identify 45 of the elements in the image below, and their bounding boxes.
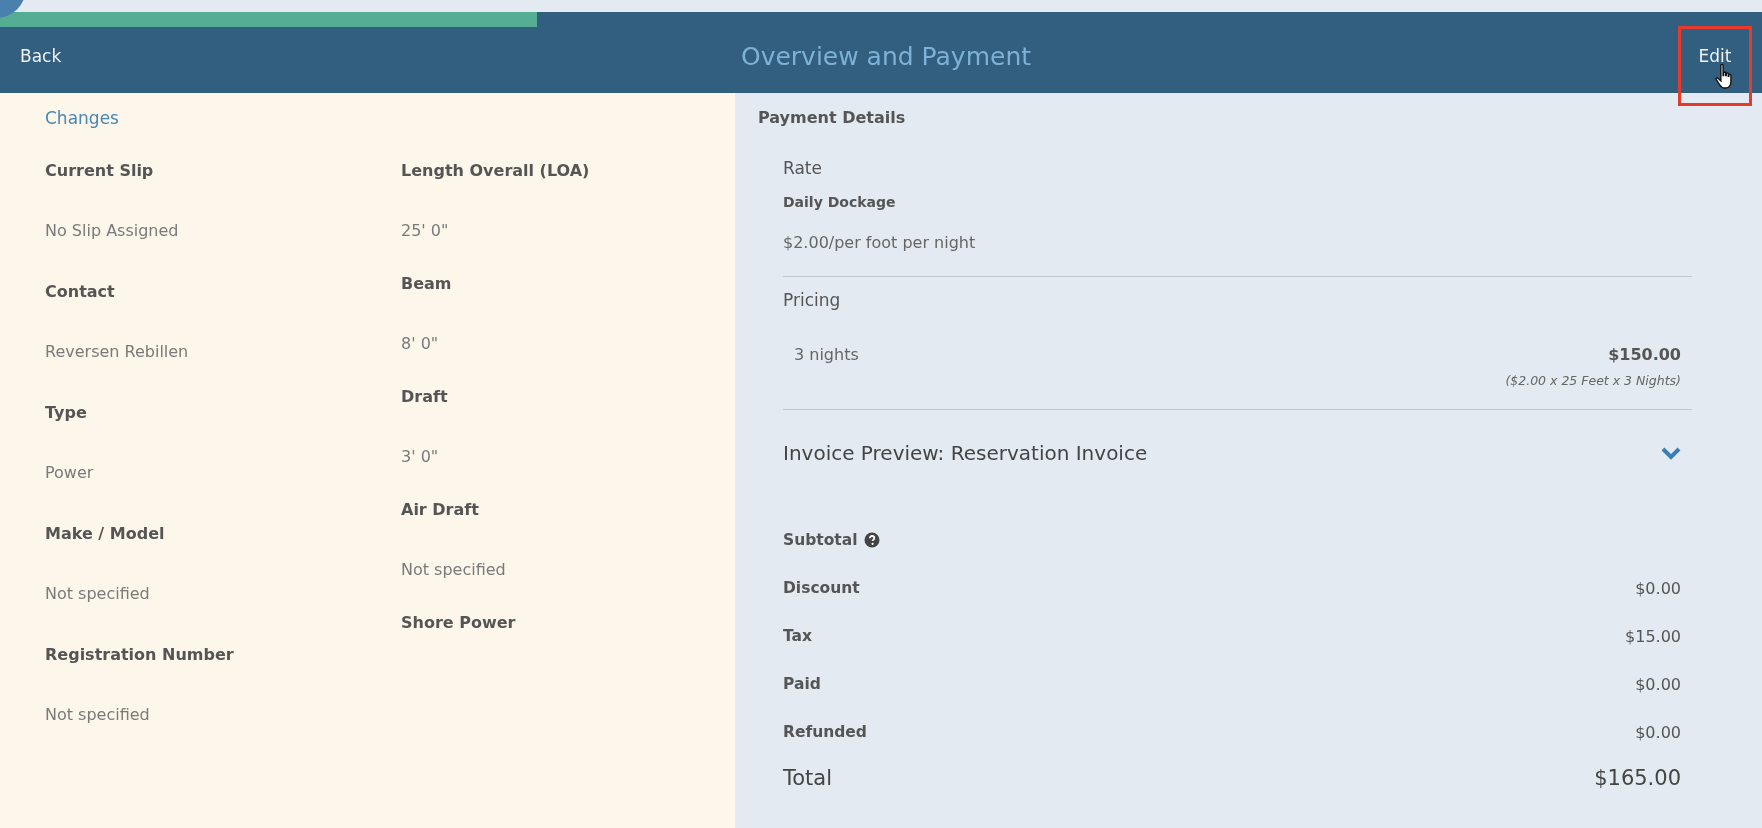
field-value: Not specified (401, 559, 507, 581)
field-label: Shore Power (401, 612, 517, 634)
price-formula: ($2.00 x 25 Feet x 3 Nights) (1504, 372, 1682, 390)
help-icon (863, 532, 880, 548)
field-value: 8' 0" (401, 333, 440, 355)
back-link[interactable]: Back (20, 46, 62, 66)
invoice-title: Invoice Preview: Reservation Invoice (783, 440, 1148, 467)
field-value: Power (45, 462, 95, 484)
section-heading: Rate (783, 157, 823, 180)
field-label: Make / Model (45, 523, 166, 545)
line-label: Paid (783, 675, 821, 693)
field-label: Beam (401, 273, 453, 295)
rate-price: $2.00/per foot per night (783, 232, 977, 254)
line-label: Subtotal (783, 531, 858, 549)
section-title: Changes (45, 107, 120, 130)
line-amount: $0.00 (1635, 578, 1681, 598)
total-amount: $165.00 (1594, 766, 1681, 790)
field-value: 25' 0" (401, 220, 450, 242)
line-amount: $0.00 (1635, 674, 1681, 694)
section-heading: Pricing (783, 289, 842, 312)
line-label: Refunded (783, 723, 867, 741)
field-label: Air Draft (401, 499, 480, 521)
field-value: Not specified (45, 704, 151, 726)
field-label: Type (45, 402, 88, 424)
field-value: Not specified (45, 583, 151, 605)
line-label: Discount (783, 579, 860, 597)
chevron-icon[interactable] (1661, 446, 1681, 460)
line-amount: $0.00 (1635, 722, 1681, 742)
field-label: Contact (45, 281, 116, 303)
line-amount: $15.00 (1625, 626, 1681, 646)
edit-link[interactable]: Edit (1698, 46, 1732, 66)
line-label: Tax (783, 627, 813, 645)
field-label: Length Overall (LOA) (401, 160, 590, 182)
page-title: Overview and Payment (740, 41, 1032, 71)
field-value: No Slip Assigned (45, 220, 180, 242)
field-value: 3' 0" (401, 446, 440, 468)
field-label: Draft (401, 386, 449, 408)
rate-name: Daily Dockage (783, 193, 897, 212)
price-amount: $150.00 (1608, 344, 1681, 366)
field-value: Reversen Rebillen (45, 341, 190, 363)
field-label: Current Slip (45, 160, 155, 182)
field-label: Registration Number (45, 644, 235, 666)
price-label: 3 nights (794, 344, 859, 366)
section-title: Payment Details (758, 107, 907, 129)
total-label: Total (783, 766, 833, 790)
